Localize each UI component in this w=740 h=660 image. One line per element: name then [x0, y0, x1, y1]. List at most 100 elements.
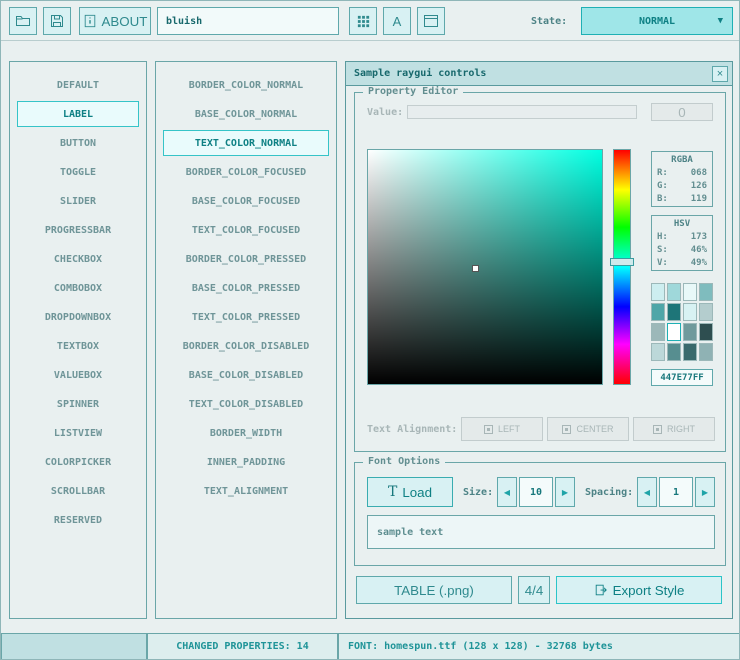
- list-item-border_width[interactable]: BORDER_WIDTH: [163, 420, 329, 446]
- list-item-base_color_pressed[interactable]: BASE_COLOR_PRESSED: [163, 275, 329, 301]
- text-alignment-label: Text Alignment:: [367, 424, 457, 435]
- window-titlebar[interactable]: Sample raygui controls ×: [346, 62, 732, 86]
- hue-bar[interactable]: [613, 149, 631, 385]
- list-item-base_color_focused[interactable]: BASE_COLOR_FOCUSED: [163, 188, 329, 214]
- sample-text-input[interactable]: sample text: [367, 515, 715, 549]
- window-title: Sample raygui controls: [354, 68, 486, 79]
- hsv-h-row: H:173: [657, 231, 707, 244]
- color-swatch[interactable]: [667, 323, 681, 341]
- export-style-button[interactable]: Export Style: [556, 576, 722, 604]
- color-swatch[interactable]: [683, 343, 697, 361]
- font-atlas-button[interactable]: A: [383, 7, 411, 35]
- color-saturation-value-picker[interactable]: [367, 149, 603, 385]
- list-item-listview[interactable]: LISTVIEW: [17, 420, 139, 446]
- color-swatch[interactable]: [699, 323, 713, 341]
- hsv-panel: HSV H:173 S:46% V:49%: [651, 215, 713, 271]
- size-decrement-button[interactable]: ◀: [497, 477, 517, 507]
- list-item-toggle[interactable]: TOGGLE: [17, 159, 139, 185]
- status-font-info: FONT: homespun.ttf (128 x 128) - 32768 b…: [338, 633, 740, 660]
- save-file-button[interactable]: [43, 7, 71, 35]
- list-item-default[interactable]: DEFAULT: [17, 72, 139, 98]
- hue-slider-handle[interactable]: [610, 258, 634, 266]
- grid-icon: [356, 14, 371, 29]
- color-swatch[interactable]: [651, 343, 665, 361]
- font-options-group: Font Options T Load Size: ◀ 10 ▶ Spacing…: [354, 462, 726, 566]
- list-item-button[interactable]: BUTTON: [17, 130, 139, 156]
- list-item-checkbox[interactable]: CHECKBOX: [17, 246, 139, 272]
- list-item-dropdownbox[interactable]: DROPDOWNBOX: [17, 304, 139, 330]
- color-swatch[interactable]: [683, 323, 697, 341]
- list-item-colorpicker[interactable]: COLORPICKER: [17, 449, 139, 475]
- color-swatch[interactable]: [651, 283, 665, 301]
- close-icon: ×: [717, 68, 723, 80]
- list-item-base_color_normal[interactable]: BASE_COLOR_NORMAL: [163, 101, 329, 127]
- close-button[interactable]: ×: [712, 66, 728, 82]
- state-dropdown[interactable]: NORMAL ▼: [581, 7, 733, 35]
- list-item-valuebox[interactable]: VALUEBOX: [17, 362, 139, 388]
- color-swatch[interactable]: [667, 303, 681, 321]
- spacing-label: Spacing:: [585, 487, 633, 498]
- list-item-text_alignment[interactable]: TEXT_ALIGNMENT: [163, 478, 329, 504]
- list-item-border_color_disabled[interactable]: BORDER_COLOR_DISABLED: [163, 333, 329, 359]
- open-file-button[interactable]: [9, 7, 37, 35]
- hsv-title: HSV: [657, 218, 707, 231]
- save-icon: [49, 13, 65, 29]
- style-table-view-button[interactable]: [349, 7, 377, 35]
- list-item-spinner[interactable]: SPINNER: [17, 391, 139, 417]
- color-swatch[interactable]: [699, 303, 713, 321]
- hex-color-input[interactable]: 447E77FF: [651, 369, 713, 386]
- list-item-text_color_focused[interactable]: TEXT_COLOR_FOCUSED: [163, 217, 329, 243]
- color-swatch[interactable]: [651, 303, 665, 321]
- list-item-base_color_disabled[interactable]: BASE_COLOR_DISABLED: [163, 362, 329, 388]
- export-format-dropdown[interactable]: TABLE (.png): [356, 576, 512, 604]
- list-item-slider[interactable]: SLIDER: [17, 188, 139, 214]
- color-swatch[interactable]: [683, 303, 697, 321]
- list-item-label[interactable]: LABEL: [17, 101, 139, 127]
- color-swatch[interactable]: [683, 283, 697, 301]
- style-name-input[interactable]: [157, 7, 339, 35]
- spacing-increment-button[interactable]: ▶: [695, 477, 715, 507]
- hsv-s-row: S:46%: [657, 244, 707, 257]
- list-item-border_color_normal[interactable]: BORDER_COLOR_NORMAL: [163, 72, 329, 98]
- color-swatch[interactable]: [651, 323, 665, 341]
- color-swatch[interactable]: [667, 343, 681, 361]
- property-editor-group: Property Editor Value: 0 RGBA R:068 G:12…: [354, 92, 726, 452]
- list-item-combobox[interactable]: COMBOBOX: [17, 275, 139, 301]
- list-item-text_color_pressed[interactable]: TEXT_COLOR_PRESSED: [163, 304, 329, 330]
- list-item-border_color_focused[interactable]: BORDER_COLOR_FOCUSED: [163, 159, 329, 185]
- color-swatch[interactable]: [699, 343, 713, 361]
- export-icon: [594, 583, 608, 597]
- arrow-left-icon: ◀: [504, 488, 510, 497]
- align-right-button: RIGHT: [633, 417, 715, 441]
- list-item-progressbar[interactable]: PROGRESSBAR: [17, 217, 139, 243]
- list-item-reserved[interactable]: RESERVED: [17, 507, 139, 533]
- list-item-text_color_disabled[interactable]: TEXT_COLOR_DISABLED: [163, 391, 329, 417]
- color-picker-cursor: [472, 265, 479, 272]
- window-view-button[interactable]: [417, 7, 445, 35]
- value-slider: [407, 105, 637, 119]
- spacing-valuebox[interactable]: 1: [659, 477, 693, 507]
- size-valuebox[interactable]: 10: [519, 477, 553, 507]
- align-left-button: LEFT: [461, 417, 543, 441]
- rgba-title: RGBA: [657, 154, 707, 167]
- list-item-textbox[interactable]: TEXTBOX: [17, 333, 139, 359]
- list-item-border_color_pressed[interactable]: BORDER_COLOR_PRESSED: [163, 246, 329, 272]
- status-changed-properties: CHANGED PROPERTIES: 14: [147, 633, 338, 660]
- size-increment-button[interactable]: ▶: [555, 477, 575, 507]
- about-button[interactable]: ABOUT: [79, 7, 151, 35]
- load-font-button[interactable]: T Load: [367, 477, 453, 507]
- hsv-v-row: V:49%: [657, 257, 707, 270]
- color-swatch[interactable]: [667, 283, 681, 301]
- size-label: Size:: [463, 487, 493, 498]
- arrow-right-icon: ▶: [702, 488, 708, 497]
- list-item-scrollbar[interactable]: SCROLLBAR: [17, 478, 139, 504]
- align-left-icon: [484, 425, 493, 434]
- export-pages-button[interactable]: 4/4: [518, 576, 550, 604]
- state-label: State:: [531, 16, 567, 27]
- list-item-inner_padding[interactable]: INNER_PADDING: [163, 449, 329, 475]
- font-a-icon: A: [393, 14, 402, 29]
- list-item-text_color_normal[interactable]: TEXT_COLOR_NORMAL: [163, 130, 329, 156]
- spacing-decrement-button[interactable]: ◀: [637, 477, 657, 507]
- color-swatch[interactable]: [699, 283, 713, 301]
- sample-controls-window: Sample raygui controls × Property Editor…: [345, 61, 733, 619]
